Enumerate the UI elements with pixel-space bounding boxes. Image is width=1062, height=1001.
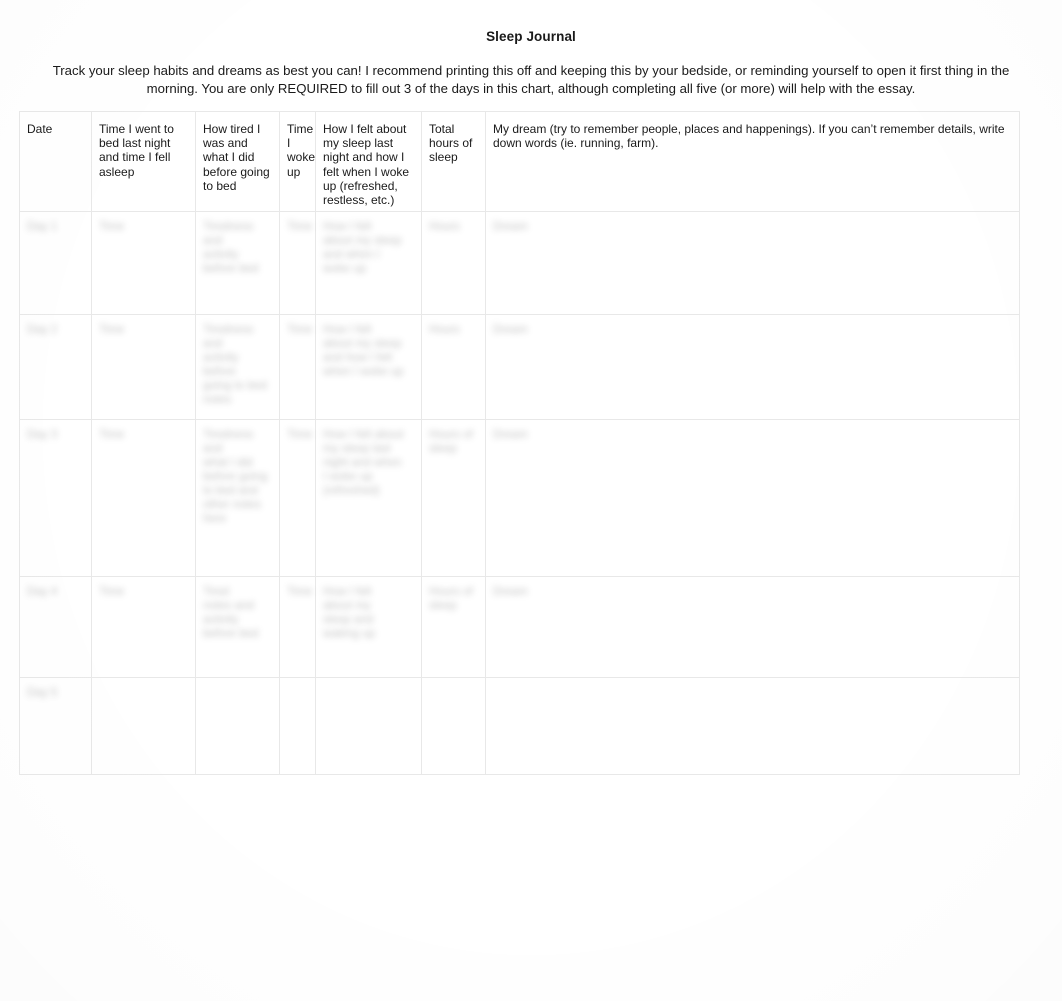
cell-value-bedtime: Time bbox=[99, 585, 125, 599]
column-header-wake-time: Time I woke up bbox=[279, 110, 316, 213]
cell-sleep-feeling[interactable]: How I felt about my sleep and when I wok… bbox=[315, 211, 422, 316]
column-header-sleep-feeling: How I felt about my sleep last night and… bbox=[315, 110, 422, 213]
cell-value-total-hours: Hours of sleep bbox=[429, 585, 473, 613]
cell-wake-time[interactable]: Time bbox=[279, 314, 316, 421]
cell-value-tiredness: Tiredness and activity before going to b… bbox=[203, 323, 267, 407]
cell-dream[interactable]: Dream bbox=[485, 211, 1020, 316]
cell-bedtime[interactable]: Time bbox=[91, 419, 196, 578]
cell-tiredness[interactable]: Tiredness and activity before bed bbox=[195, 211, 280, 316]
cell-date[interactable]: Day 3 bbox=[19, 419, 92, 578]
cell-value-tiredness: Tiredness and what I did before going to… bbox=[203, 428, 268, 526]
cell-value-sleep-feeling: How I felt about my sleep last night and… bbox=[323, 428, 404, 498]
cell-tiredness[interactable]: Tiredness and activity before going to b… bbox=[195, 314, 280, 421]
cell-bedtime[interactable] bbox=[91, 677, 196, 776]
cell-wake-time[interactable]: Time bbox=[279, 211, 316, 316]
cell-value-date: Day 5 bbox=[27, 686, 58, 700]
sleep-journal-table: Date Time I went to bed last night and t… bbox=[19, 110, 1020, 776]
cell-value-dream: Dream bbox=[493, 323, 528, 337]
cell-value-date: Day 1 bbox=[27, 220, 58, 234]
page-title: Sleep Journal bbox=[486, 29, 576, 44]
cell-value-date: Day 4 bbox=[27, 585, 58, 599]
cell-tiredness[interactable] bbox=[195, 677, 280, 776]
cell-total-hours[interactable]: Hours of sleep bbox=[421, 576, 486, 679]
cell-value-bedtime: Time bbox=[99, 220, 125, 234]
cell-wake-time[interactable]: Time bbox=[279, 419, 316, 578]
cell-tiredness[interactable]: Tired notes and activity before bed bbox=[195, 576, 280, 679]
cell-total-hours[interactable]: Hours bbox=[421, 211, 486, 316]
cell-date[interactable]: Day 4 bbox=[19, 576, 92, 679]
cell-sleep-feeling[interactable]: How I felt about my sleep and waking up bbox=[315, 576, 422, 679]
cell-value-dream: Dream bbox=[493, 220, 528, 234]
table-row[interactable]: Day 4 Time Tired notes and activity befo… bbox=[19, 576, 1020, 679]
cell-value-bedtime: Time bbox=[99, 428, 125, 442]
table-header-row: Date Time I went to bed last night and t… bbox=[19, 110, 1020, 213]
cell-tiredness[interactable]: Tiredness and what I did before going to… bbox=[195, 419, 280, 578]
cell-dream[interactable]: Dream bbox=[485, 576, 1020, 679]
cell-total-hours[interactable]: Hours bbox=[421, 314, 486, 421]
cell-wake-time[interactable] bbox=[279, 677, 316, 776]
cell-value-sleep-feeling: How I felt about my sleep and when I wok… bbox=[323, 220, 402, 276]
cell-value-total-hours: Hours of sleep bbox=[429, 428, 473, 456]
cell-total-hours[interactable] bbox=[421, 677, 486, 776]
column-header-tiredness: How tired I was and what I did before go… bbox=[195, 110, 280, 213]
intro-paragraph: Track your sleep habits and dreams as be… bbox=[52, 63, 1010, 96]
cell-value-tiredness: Tired notes and activity before bed bbox=[203, 585, 259, 641]
cell-dream[interactable]: Dream bbox=[485, 314, 1020, 421]
cell-date[interactable]: Day 2 bbox=[19, 314, 92, 421]
cell-value-wake-time: Time bbox=[287, 323, 313, 337]
cell-date[interactable]: Day 1 bbox=[19, 211, 92, 316]
cell-value-date: Day 3 bbox=[27, 428, 58, 442]
cell-bedtime[interactable]: Time bbox=[91, 576, 196, 679]
cell-bedtime[interactable]: Time bbox=[91, 211, 196, 316]
table-row[interactable]: Day 2 Time Tiredness and activity before… bbox=[19, 314, 1020, 421]
cell-value-sleep-feeling: How I felt about my sleep and how I felt… bbox=[323, 323, 404, 379]
cell-sleep-feeling[interactable]: How I felt about my sleep and how I felt… bbox=[315, 314, 422, 421]
column-header-dream: My dream (try to remember people, places… bbox=[485, 110, 1020, 213]
cell-sleep-feeling[interactable] bbox=[315, 677, 422, 776]
cell-dream[interactable]: Dream bbox=[485, 419, 1020, 578]
column-header-bedtime: Time I went to bed last night and time I… bbox=[91, 110, 196, 213]
table-row[interactable]: Day 1 Time Tiredness and activity before… bbox=[19, 211, 1020, 316]
cell-value-sleep-feeling: How I felt about my sleep and waking up bbox=[323, 585, 376, 641]
table-row[interactable]: Day 3 Time Tiredness and what I did befo… bbox=[19, 419, 1020, 578]
cell-value-dream: Dream bbox=[493, 428, 528, 442]
cell-value-dream: Dream bbox=[493, 585, 528, 599]
cell-value-total-hours: Hours bbox=[429, 323, 460, 337]
cell-value-date: Day 2 bbox=[27, 323, 58, 337]
cell-value-wake-time: Time bbox=[287, 585, 313, 599]
cell-value-bedtime: Time bbox=[99, 323, 125, 337]
cell-value-wake-time: Time bbox=[287, 220, 313, 234]
column-header-total-hours: Total hours of sleep bbox=[421, 110, 486, 213]
cell-wake-time[interactable]: Time bbox=[279, 576, 316, 679]
cell-value-wake-time: Time bbox=[287, 428, 313, 442]
cell-sleep-feeling[interactable]: How I felt about my sleep last night and… bbox=[315, 419, 422, 578]
cell-dream[interactable] bbox=[485, 677, 1020, 776]
table-row[interactable]: Day 5 bbox=[19, 677, 1020, 776]
cell-value-tiredness: Tiredness and activity before bed bbox=[203, 220, 259, 276]
cell-date[interactable]: Day 5 bbox=[19, 677, 92, 776]
sleep-journal-table-wrapper: Date Time I went to bed last night and t… bbox=[19, 110, 1020, 776]
cell-bedtime[interactable]: Time bbox=[91, 314, 196, 421]
cell-value-total-hours: Hours bbox=[429, 220, 460, 234]
column-header-date: Date bbox=[19, 110, 92, 213]
cell-total-hours[interactable]: Hours of sleep bbox=[421, 419, 486, 578]
